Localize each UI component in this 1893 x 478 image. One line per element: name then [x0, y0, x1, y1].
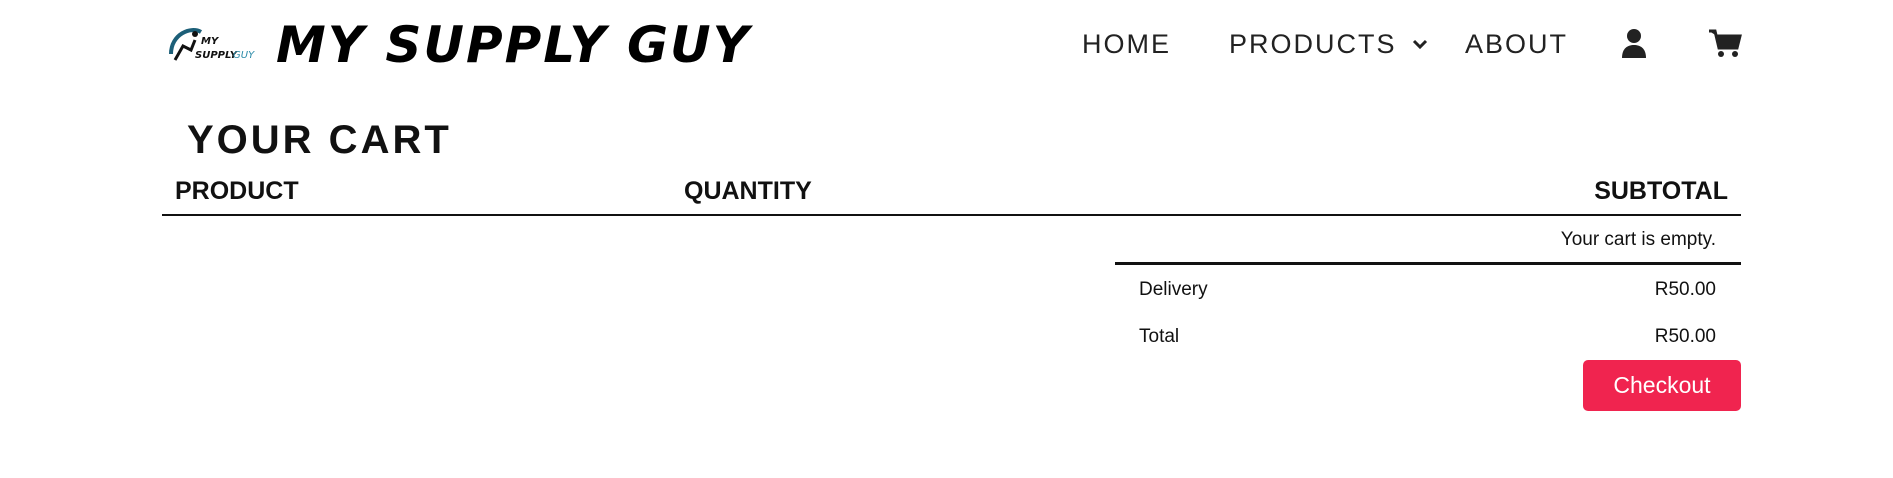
empty-cart-message: Your cart is empty. [1560, 229, 1716, 250]
svg-text:GUY: GUY [233, 50, 255, 61]
nav-products-label: PRODUCTS [1229, 29, 1397, 59]
column-header-product: PRODUCT [175, 177, 299, 205]
svg-text:MY: MY [201, 36, 220, 47]
runner-logo-icon[interactable]: MY SUPPLY GUY [165, 22, 259, 70]
checkout-button[interactable]: Checkout [1583, 360, 1741, 411]
user-icon[interactable] [1620, 28, 1648, 58]
table-divider [162, 214, 1741, 216]
nav-home[interactable]: HOME [1082, 27, 1171, 61]
nav-about[interactable]: ABOUT [1465, 27, 1568, 61]
total-label: Total [1139, 326, 1180, 347]
page-title: YOUR CART [187, 118, 452, 162]
total-value: R50.00 [1654, 326, 1716, 347]
chevron-down-icon [1412, 39, 1428, 49]
delivery-value: R50.00 [1654, 279, 1716, 300]
nav-products[interactable]: PRODUCTS [1229, 27, 1428, 61]
summary-divider [1115, 262, 1741, 265]
delivery-label: Delivery [1139, 279, 1208, 300]
cart-icon[interactable] [1708, 28, 1742, 58]
brand-name[interactable]: MY SUPPLY GUY [276, 14, 751, 76]
site-header: MY SUPPLY GUY MY SUPPLY GUY HOME PRODUCT… [0, 0, 1893, 92]
column-header-quantity: QUANTITY [684, 177, 812, 205]
column-header-subtotal: SUBTOTAL [1594, 177, 1728, 205]
